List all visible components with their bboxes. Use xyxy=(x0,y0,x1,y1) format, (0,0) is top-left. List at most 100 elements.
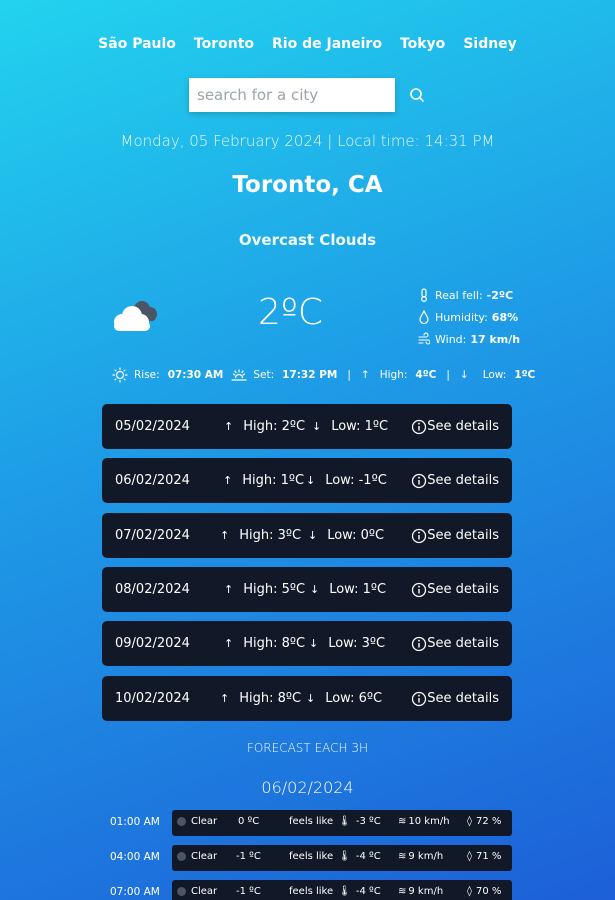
hourly-temp: -1 ºC xyxy=(236,851,261,862)
forecast-high: ↑ High: 2ºC xyxy=(224,419,306,434)
hourly-bar: Clear -1 ºC feels like 🌡 -4 ºC ≋ 9 km/h ◊ 70… xyxy=(172,880,512,900)
arrow-up-icon: ↑ xyxy=(360,369,370,381)
hourly-temp: -1 ºC xyxy=(236,886,261,897)
see-details-button[interactable]: See details xyxy=(411,582,499,598)
hourly-row: 07:00 AM Clear -1 ºC feels like 🌡 -4 ºC ≋ 9… xyxy=(102,880,512,900)
droplet-icon: ◊ xyxy=(467,851,472,862)
set-label: Set: xyxy=(253,369,275,381)
hourly-row: 01:00 AM Clear 0 ºC feels like 🌡 -3 ºC ≋ 10… xyxy=(102,810,512,836)
thermometer-icon: 🌡 xyxy=(338,886,351,897)
wind-row: Wind: 17 km/h xyxy=(418,328,520,350)
info-icon xyxy=(412,636,427,651)
arrow-down-icon: ↓ xyxy=(459,369,469,381)
humidity-row: Humidity: 68% xyxy=(418,306,520,328)
forecast-low: ↓ Low: 0ºC xyxy=(308,528,385,543)
arrow-up-icon: ↑ xyxy=(224,583,234,596)
hourly-feels: -4 ºC xyxy=(355,851,381,862)
forecast-date: 05/02/2024 xyxy=(115,419,190,434)
daily-forecast-row: 05/02/2024 ↑ High: 2ºC ↓ Low: 1ºC See deta… xyxy=(102,404,512,449)
see-details-button[interactable]: See details xyxy=(411,691,499,707)
real-feel-label: Real fell: xyxy=(435,288,483,302)
daily-forecast-row: 10/02/2024 ↑ High: 8ºC ↓ Low: 6ºC See deta… xyxy=(102,676,512,721)
feels-label: feels like xyxy=(289,886,334,897)
city-title: Toronto, CA xyxy=(232,172,383,198)
hourly-condition: Clear xyxy=(191,886,218,897)
hourly-feels: -4 ºC xyxy=(355,886,381,897)
hourly-time: 01:00 AM xyxy=(110,816,160,828)
search-icon[interactable] xyxy=(407,85,427,105)
see-details-button[interactable]: See details xyxy=(411,636,499,652)
forecast-low: ↓ Low: -1ºC xyxy=(306,473,387,488)
rise-value: 07:30 AM xyxy=(167,369,224,381)
see-details-button[interactable]: See details xyxy=(411,419,499,435)
city-nav: São Paulo Toronto Rio de Janeiro Tokyo S… xyxy=(0,36,615,52)
low-label: Low: xyxy=(482,369,507,381)
rise-label: Rise: xyxy=(134,369,160,381)
hourly-row: 04:00 AM Clear -1 ºC feels like 🌡 -4 ºC ≋ 9… xyxy=(102,845,512,871)
arrow-up-icon: ↑ xyxy=(220,529,230,542)
thermometer-icon: 🌡 xyxy=(338,816,351,827)
info-icon xyxy=(412,691,427,706)
city-link-rio-de-janeiro[interactable]: Rio de Janeiro xyxy=(272,36,382,52)
thermometer-icon: 🌡 xyxy=(338,851,351,862)
weather-dot-icon xyxy=(177,817,186,826)
arrow-down-icon: ↓ xyxy=(309,637,319,650)
humidity-value: 68% xyxy=(491,310,519,324)
see-details-button[interactable]: See details xyxy=(411,473,499,489)
info-icon xyxy=(412,582,427,597)
forecast-low: ↓ Low: 1ºC xyxy=(312,419,389,434)
hourly-time: 07:00 AM xyxy=(110,886,160,898)
forecast-low: ↓ Low: 3ºC xyxy=(309,636,386,651)
weather-dot-icon xyxy=(177,887,186,896)
thermometer-icon xyxy=(421,288,427,302)
arrow-up-icon: ↑ xyxy=(224,420,234,433)
see-details-button[interactable]: See details xyxy=(411,528,499,544)
weather-details: Real fell: -2ºC Humidity: 68% Wind: 17 k… xyxy=(418,284,520,350)
city-link-sidney[interactable]: Sidney xyxy=(463,36,517,52)
hourly-wind: 9 km/h xyxy=(408,886,444,897)
set-value: 17:32 PM xyxy=(282,369,338,381)
hourly-feels: -3 ºC xyxy=(355,816,381,827)
current-temperature: 2ºC xyxy=(258,292,324,333)
arrow-up-icon: ↑ xyxy=(223,474,233,487)
forecast-high: ↑ High: 1ºC xyxy=(223,473,305,488)
daily-forecast-row: 07/02/2024 ↑ High: 3ºC ↓ Low: 0ºC See deta… xyxy=(102,513,512,558)
hourly-day-label: 06/02/2024 xyxy=(261,778,354,797)
hourly-bar: Clear -1 ºC feels like 🌡 -4 ºC ≋ 9 km/h ◊ 71… xyxy=(172,845,512,871)
hourly-section-title: FORECAST EACH 3H xyxy=(246,741,369,755)
forecast-high: ↑ High: 8ºC xyxy=(224,636,306,651)
daily-forecast-row: 09/02/2024 ↑ High: 8ºC ↓ Low: 3ºC See deta… xyxy=(102,621,512,666)
humidity-label: Humidity: xyxy=(435,310,488,324)
forecast-date: 07/02/2024 xyxy=(115,528,190,543)
city-link-sao-paulo[interactable]: São Paulo xyxy=(98,36,176,52)
daily-forecast-row: 06/02/2024 ↑ High: 1ºC ↓ Low: -1ºC See det… xyxy=(102,458,512,503)
hourly-wind: 10 km/h xyxy=(408,816,450,827)
info-icon xyxy=(412,528,427,543)
wind-icon: ≋ xyxy=(398,816,407,827)
forecast-low: ↓ Low: 6ºC xyxy=(306,691,383,706)
hourly-wind: 9 km/h xyxy=(408,851,444,862)
wind-label: Wind: xyxy=(435,332,467,346)
wind-icon: ≋ xyxy=(398,886,407,897)
sun-and-range-line: Rise: 07:30 AM Set: 17:32 PM | ↑ High: 4… xyxy=(112,367,535,383)
droplet-icon: ◊ xyxy=(467,816,472,827)
weather-condition: Overcast Clouds xyxy=(238,231,377,249)
feels-label: feels like xyxy=(289,816,334,827)
droplet-icon: ◊ xyxy=(467,886,472,897)
local-datetime: Monday, 05 February 2024 | Local time: 1… xyxy=(120,132,495,150)
forecast-high: ↑ High: 8ºC xyxy=(220,691,302,706)
hourly-humidity: 70 % xyxy=(475,886,502,897)
hourly-temp: 0 ºC xyxy=(238,816,260,827)
city-link-toronto[interactable]: Toronto xyxy=(194,36,254,52)
sunset-icon xyxy=(231,369,247,381)
arrow-up-icon: ↑ xyxy=(224,637,234,650)
search-input[interactable] xyxy=(189,78,395,112)
real-feel-value: -2ºC xyxy=(486,288,514,302)
low-value: 1ºC xyxy=(514,369,536,381)
arrow-down-icon: ↓ xyxy=(310,583,320,596)
forecast-high: ↑ High: 3ºC xyxy=(220,528,302,543)
city-link-tokyo[interactable]: Tokyo xyxy=(400,36,445,52)
arrow-down-icon: ↓ xyxy=(312,420,322,433)
info-icon xyxy=(412,473,427,488)
forecast-date: 06/02/2024 xyxy=(115,473,190,488)
